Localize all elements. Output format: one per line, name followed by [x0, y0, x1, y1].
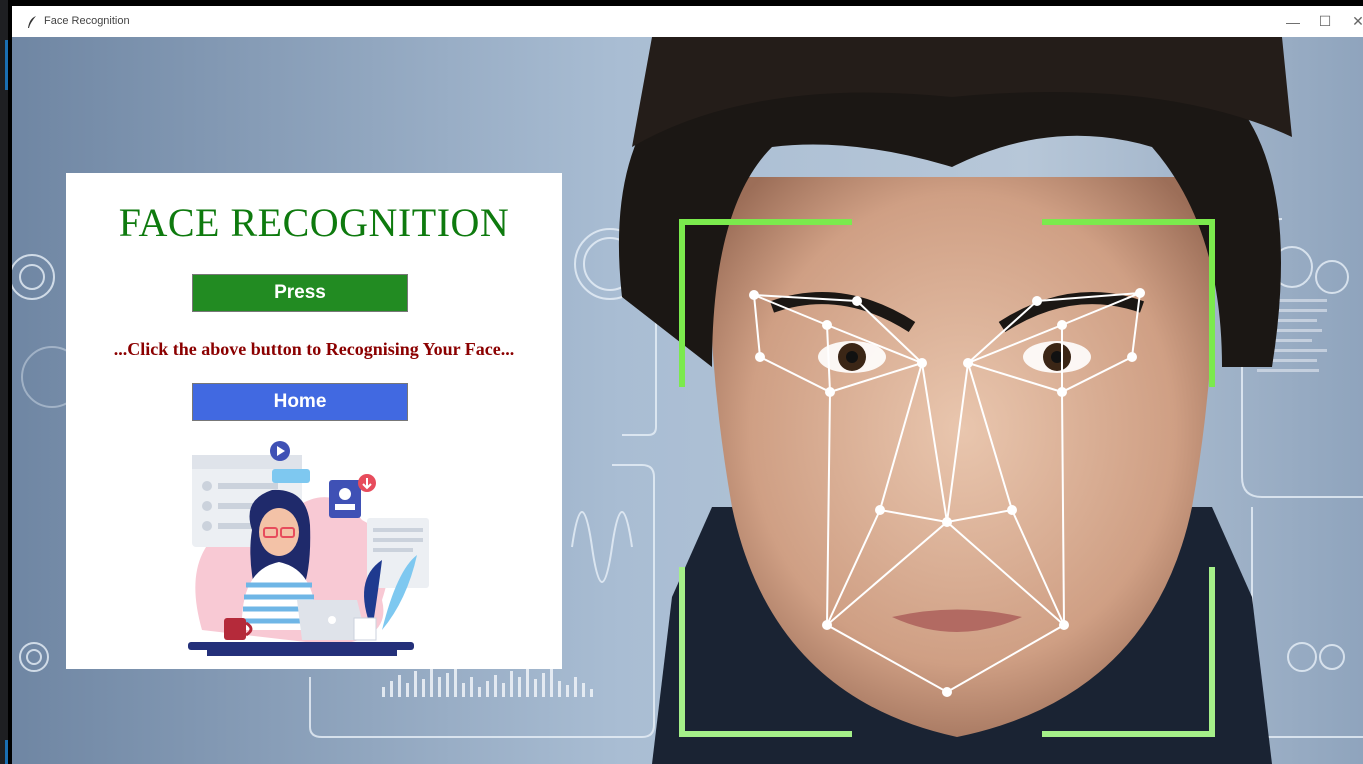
background-image: FACE RECOGNITION Press ...Click the abov…: [12, 37, 1363, 764]
app-window: Face Recognition — ☐ ✕ FACE RECOGNITION …: [12, 6, 1363, 764]
press-button[interactable]: Press: [192, 274, 408, 312]
home-button[interactable]: Home: [192, 383, 408, 421]
feather-icon: [28, 16, 36, 28]
control-panel: FACE RECOGNITION Press ...Click the abov…: [66, 173, 562, 669]
instruction-text: ...Click the above button to Recognising…: [113, 339, 515, 359]
taskbar-accent: [5, 40, 8, 90]
taskbar-accent-bottom: [5, 740, 8, 764]
title-bar[interactable]: Face Recognition — ☐ ✕: [12, 6, 1363, 37]
desktop-edge: [0, 0, 8, 764]
window-title: Face Recognition: [44, 15, 130, 27]
page-title: FACE RECOGNITION: [118, 200, 510, 245]
close-button[interactable]: ✕: [1335, 6, 1363, 37]
woman-at-laptop-illustration: [188, 441, 429, 656]
